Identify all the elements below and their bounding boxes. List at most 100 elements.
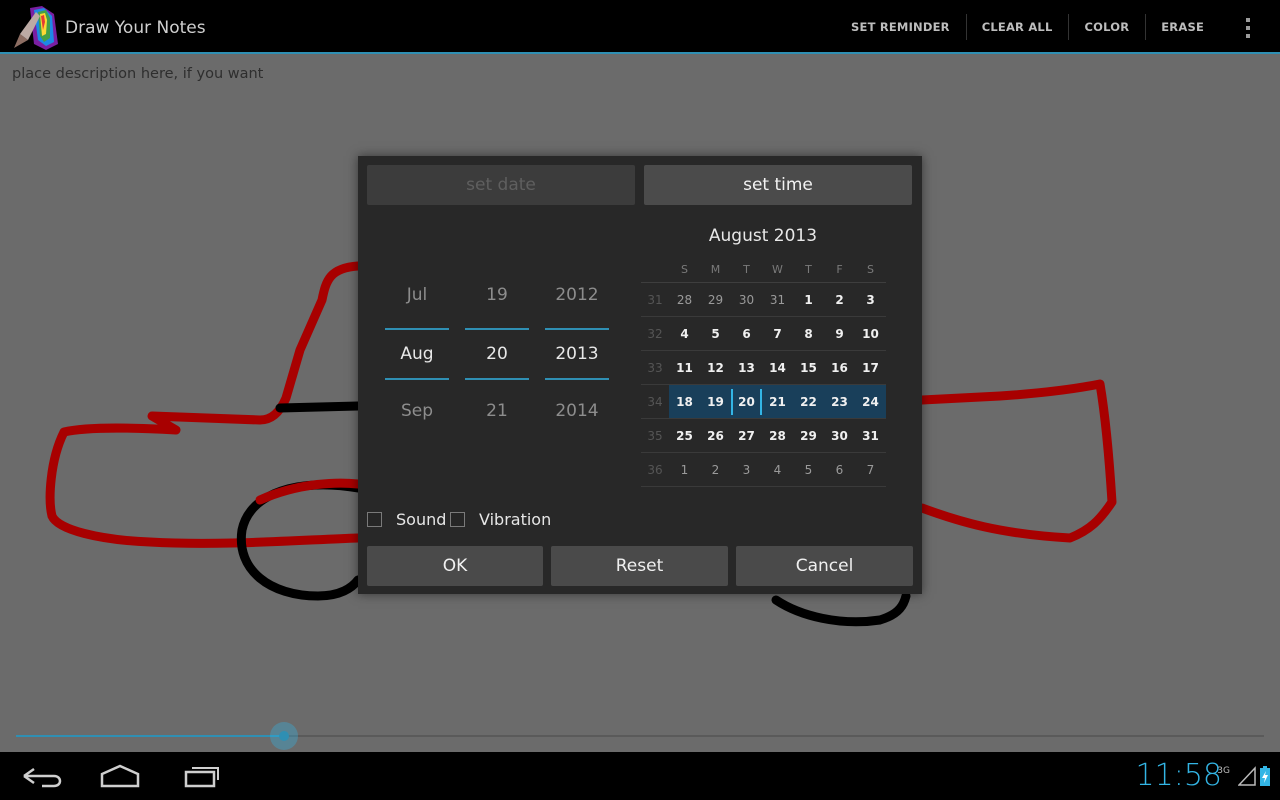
- description-field[interactable]: place description here, if you want: [12, 66, 263, 82]
- calendar-day[interactable]: 5: [793, 463, 824, 477]
- year-picker[interactable]: 2012 2013 2014: [545, 266, 609, 442]
- paintbrush-app-icon[interactable]: [10, 4, 60, 52]
- calendar-day[interactable]: 30: [824, 429, 855, 443]
- calendar-day[interactable]: 17: [855, 361, 886, 375]
- calendar-view[interactable]: S M T W T F S 31 28 29 30 31 1 2 3 32 4 5 6 7 8 9 10 33 1…: [641, 256, 886, 487]
- weekday-label: S: [681, 262, 688, 276]
- calendar-day[interactable]: 21: [762, 395, 793, 409]
- calendar-day[interactable]: 26: [700, 429, 731, 443]
- calendar-day[interactable]: 29: [700, 293, 731, 307]
- slider-thumb[interactable]: [270, 722, 299, 750]
- month-selected[interactable]: Aug: [385, 328, 449, 380]
- month-picker[interactable]: Jul Aug Sep: [385, 266, 449, 442]
- calendar-day[interactable]: 4: [669, 327, 700, 341]
- weekday-label: S: [867, 262, 874, 276]
- recent-apps-icon[interactable]: [172, 760, 232, 792]
- day-prev[interactable]: 19: [465, 266, 529, 326]
- calendar-day[interactable]: 22: [793, 395, 824, 409]
- action-buttons: SET REMINDER CLEAR ALL COLOR ERASE: [835, 0, 1220, 54]
- vibration-checkbox[interactable]: [450, 512, 465, 527]
- set-reminder-button[interactable]: SET REMINDER: [835, 0, 966, 54]
- calendar-day[interactable]: 10: [855, 327, 886, 341]
- calendar-day[interactable]: 11: [669, 361, 700, 375]
- calendar-week-row[interactable]: 31 28 29 30 31 1 2 3: [641, 283, 886, 317]
- month-next[interactable]: Sep: [385, 382, 449, 442]
- calendar-day[interactable]: 29: [793, 429, 824, 443]
- calendar-day[interactable]: 23: [824, 395, 855, 409]
- home-icon[interactable]: [90, 760, 150, 792]
- calendar-day[interactable]: 5: [700, 327, 731, 341]
- red-stroke-upper: [255, 478, 363, 505]
- week-number: 31: [647, 292, 663, 307]
- calendar-week-row[interactable]: 34 18 19 20 21 22 23 24: [641, 385, 886, 419]
- weekday-label: F: [836, 262, 843, 276]
- calendar-day[interactable]: 18: [669, 395, 700, 409]
- calendar-week-row[interactable]: 36 1 2 3 4 5 6 7: [641, 453, 886, 487]
- weekday-header: S M T W T F S: [641, 256, 886, 283]
- year-next[interactable]: 2014: [545, 382, 609, 442]
- calendar-day[interactable]: 1: [669, 463, 700, 477]
- calendar-day[interactable]: 25: [669, 429, 700, 443]
- calendar-day[interactable]: 9: [824, 327, 855, 341]
- calendar-week-row[interactable]: 32 4 5 6 7 8 9 10: [641, 317, 886, 351]
- overflow-menu-icon[interactable]: [1238, 14, 1258, 42]
- calendar-day[interactable]: 2: [824, 293, 855, 307]
- day-picker[interactable]: 19 20 21: [465, 266, 529, 442]
- network-type: 3G: [1217, 766, 1230, 776]
- red-stroke-right: [917, 379, 1117, 543]
- calendar-day[interactable]: 16: [824, 361, 855, 375]
- calendar-day[interactable]: 6: [731, 327, 762, 341]
- calendar-day[interactable]: 19: [700, 395, 731, 409]
- system-navigation-bar: 11:58 3G: [0, 752, 1280, 800]
- reset-button[interactable]: Reset: [551, 546, 728, 586]
- calendar-day[interactable]: 13: [731, 361, 762, 375]
- vibration-option[interactable]: Vibration: [450, 510, 551, 529]
- sound-label: Sound: [396, 510, 447, 529]
- status-clock[interactable]: 11:58: [1136, 758, 1222, 793]
- sound-checkbox[interactable]: [367, 512, 382, 527]
- calendar-day[interactable]: 6: [824, 463, 855, 477]
- brush-size-slider[interactable]: [16, 722, 1264, 750]
- year-selected[interactable]: 2013: [545, 328, 609, 380]
- cancel-button[interactable]: Cancel: [736, 546, 913, 586]
- month-prev[interactable]: Jul: [385, 266, 449, 326]
- calendar-day[interactable]: 24: [855, 395, 886, 409]
- day-selected[interactable]: 20: [465, 328, 529, 380]
- clear-all-button[interactable]: CLEAR ALL: [965, 0, 1069, 54]
- vibration-label: Vibration: [479, 510, 552, 529]
- year-prev[interactable]: 2012: [545, 266, 609, 326]
- calendar-day[interactable]: 31: [762, 293, 793, 307]
- set-time-tab[interactable]: set time: [644, 165, 912, 205]
- calendar-day[interactable]: 31: [855, 429, 886, 443]
- week-number: 35: [647, 428, 663, 443]
- calendar-week-row[interactable]: 33 11 12 13 14 15 16 17: [641, 351, 886, 385]
- calendar-day[interactable]: 28: [762, 429, 793, 443]
- calendar-day[interactable]: 1: [793, 293, 824, 307]
- reminder-dialog: set date set time Jul Aug Sep 19 20 21 2…: [358, 156, 922, 594]
- calendar-day[interactable]: 3: [855, 293, 886, 307]
- calendar-day[interactable]: 2: [700, 463, 731, 477]
- set-date-tab[interactable]: set date: [367, 165, 635, 205]
- sound-option[interactable]: Sound: [367, 510, 446, 529]
- color-button[interactable]: COLOR: [1068, 0, 1145, 54]
- ok-button[interactable]: OK: [367, 546, 543, 586]
- erase-button[interactable]: ERASE: [1145, 0, 1220, 54]
- calendar-day[interactable]: 7: [855, 463, 886, 477]
- calendar-day[interactable]: 3: [731, 463, 762, 477]
- calendar-day[interactable]: 20: [731, 388, 762, 415]
- calendar-day[interactable]: 12: [700, 361, 731, 375]
- calendar-day[interactable]: 28: [669, 293, 700, 307]
- calendar-day[interactable]: 30: [731, 293, 762, 307]
- back-icon[interactable]: [12, 760, 72, 792]
- calendar-day[interactable]: 27: [731, 429, 762, 443]
- calendar-week-row[interactable]: 35 25 26 27 28 29 30 31: [641, 419, 886, 453]
- calendar-day[interactable]: 4: [762, 463, 793, 477]
- calendar-day[interactable]: 15: [793, 361, 824, 375]
- weekday-label: T: [743, 262, 750, 276]
- slider-fill: [16, 735, 285, 737]
- calendar-day[interactable]: 8: [793, 327, 824, 341]
- calendar-day[interactable]: 14: [762, 361, 793, 375]
- calendar-day[interactable]: 7: [762, 327, 793, 341]
- weekday-label: M: [710, 262, 721, 276]
- day-next[interactable]: 21: [465, 382, 529, 442]
